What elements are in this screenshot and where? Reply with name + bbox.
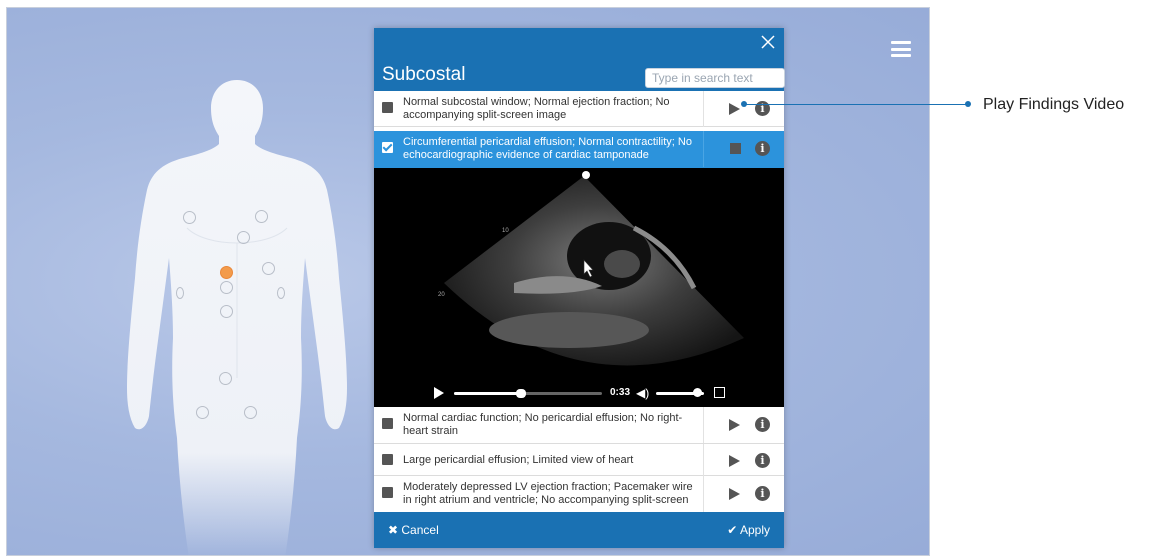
finding-checkbox[interactable] [382, 454, 393, 465]
finding-text: Normal subcostal window; Normal ejection… [403, 96, 670, 121]
volume-icon[interactable]: ◀) [636, 386, 649, 400]
finding-row[interactable]: Large pericardial effusion; Limited view… [374, 444, 784, 476]
row-divider [703, 131, 704, 167]
close-icon[interactable] [760, 34, 776, 50]
callout-label: Play Findings Video [983, 96, 1125, 113]
finding-row[interactable]: Normal subcostal window; Normal ejection… [374, 91, 784, 127]
panel-title: Subcostal [382, 64, 466, 85]
info-icon[interactable]: i [755, 486, 770, 501]
video-progress [454, 392, 521, 395]
finding-checkbox[interactable] [382, 418, 393, 429]
play-icon[interactable] [729, 419, 740, 431]
finding-row-selected[interactable]: Circumferential pericardial effusion; No… [374, 131, 784, 168]
panel-footer: ✖ Cancel ✔ Apply [374, 512, 784, 548]
menu-icon[interactable] [891, 41, 911, 57]
stop-icon[interactable] [730, 143, 741, 154]
body-figure [127, 80, 347, 555]
info-icon[interactable]: i [755, 453, 770, 468]
callout-dot-end [965, 101, 971, 107]
finding-text: Large pericardial effusion; Limited view… [403, 454, 634, 466]
scan-point-left-flank[interactable] [277, 287, 285, 299]
play-icon[interactable] [729, 488, 740, 500]
finding-row[interactable]: Moderately depressed LV ejection fractio… [374, 476, 784, 512]
scan-point-right-chest[interactable] [183, 211, 196, 224]
callout-line [744, 104, 968, 105]
video-seek-thumb[interactable] [515, 389, 526, 398]
depth-label-20: 20 [438, 292, 445, 298]
scan-point-abdomen[interactable] [220, 305, 233, 318]
row-divider [703, 91, 704, 127]
video-controls: 0:33 ◀) [422, 383, 734, 403]
findings-panel: Subcostal Normal subcostal window; Norma… [374, 28, 785, 548]
info-icon[interactable]: i [755, 141, 770, 156]
scan-point-right-femoral[interactable] [196, 406, 209, 419]
finding-text: Moderately depressed LV ejection fractio… [403, 481, 693, 506]
video-seek-bar[interactable] [454, 389, 602, 398]
search-input[interactable] [645, 68, 785, 88]
row-divider [703, 407, 704, 443]
echo-image: 10 20 [438, 171, 744, 366]
finding-row[interactable]: Normal cardiac function; No pericardial … [374, 407, 784, 444]
video-time: 0:33 [610, 387, 631, 398]
play-icon[interactable] [729, 455, 740, 467]
findings-video[interactable]: 10 20 0:33 ◀) [374, 168, 784, 407]
finding-checkbox[interactable] [382, 102, 393, 113]
play-icon[interactable] [729, 103, 740, 115]
scan-point-epigastric[interactable] [220, 281, 233, 294]
scan-point-parasternal[interactable] [237, 231, 250, 244]
finding-text: Normal cardiac function; No pericardial … [403, 412, 683, 437]
scan-point-pelvis[interactable] [219, 372, 232, 385]
depth-label-10: 10 [502, 228, 509, 234]
scan-point-ruq[interactable] [262, 262, 275, 275]
finding-checkbox[interactable] [382, 487, 393, 498]
finding-checkbox-checked[interactable] [382, 142, 393, 153]
volume-thumb[interactable] [692, 388, 702, 397]
row-divider [703, 476, 704, 512]
scan-point-left-chest[interactable] [255, 210, 268, 223]
stage: Subcostal Normal subcostal window; Norma… [0, 0, 1170, 558]
finding-text: Circumferential pericardial effusion; No… [403, 136, 692, 161]
cancel-button[interactable]: ✖ Cancel [388, 523, 439, 537]
scan-point-right-flank[interactable] [176, 287, 184, 299]
row-divider [703, 444, 704, 476]
apply-button[interactable]: ✔ Apply [727, 523, 770, 537]
video-play-icon[interactable] [434, 387, 444, 399]
scan-point-left-femoral[interactable] [244, 406, 257, 419]
info-icon[interactable]: i [755, 417, 770, 432]
panel-header: Subcostal [374, 28, 785, 91]
fullscreen-icon[interactable] [714, 387, 725, 398]
scan-point-subcostal[interactable] [220, 266, 233, 279]
